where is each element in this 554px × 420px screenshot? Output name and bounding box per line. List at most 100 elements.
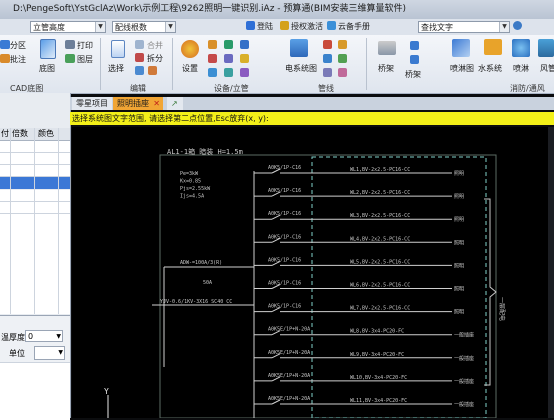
load-label: 照明 (454, 263, 464, 269)
breaker-label: A0K5E/1P+N-20A (268, 396, 310, 402)
ucs-y-label: Y (104, 387, 109, 396)
device-tool-icon (208, 54, 217, 63)
chevron-down-icon[interactable]: ▼ (58, 347, 63, 359)
cable-label: WL3,BV-2x2.5-PC16-CC (350, 213, 410, 219)
cad-canvas[interactable]: AL1-1箱 暗装 H=1.5m Pe=3kW Kx=0.85 Pjs=2.55kW… (72, 127, 554, 418)
breaker-label: A0K5E/1P+N-20A (268, 350, 310, 356)
device-settings-icon (181, 40, 199, 58)
column-scale: 倍数 (12, 129, 28, 138)
merge-icon (135, 40, 144, 49)
close-icon[interactable]: ✕ (153, 97, 160, 110)
search-icon (513, 21, 522, 30)
ribbon-toolbar: 分区 批注 底图 打印 图层 CAD底图 选择 合并 拆分 编辑 设置 设备/立… (0, 35, 554, 94)
main-current-label: 50A (203, 280, 212, 286)
riser-height-combo[interactable]: 立管高度 ▼ (30, 21, 106, 33)
riser-height-combo-value: 立管高度 (33, 23, 65, 32)
load-label: 照明 (454, 217, 464, 223)
load-label: 一般插座 (454, 401, 474, 408)
annotate-icon (0, 54, 10, 63)
device-tool-icon (208, 68, 217, 77)
cable-label: WL2,BV-2x2.5-PC16-CC (350, 190, 410, 196)
move-icon (148, 66, 157, 75)
load-label: 照明 (454, 194, 464, 200)
column-color: 颜色 (38, 129, 54, 138)
setting-button[interactable]: 设置 (182, 63, 198, 74)
thickness-label: 温厚度 (1, 333, 25, 342)
layer-icon (65, 54, 75, 63)
cable-tray-icon (378, 41, 396, 55)
floorplan-icon (40, 39, 56, 59)
pipeline-tool-icon (323, 68, 332, 77)
select-button[interactable]: 选择 (108, 63, 124, 74)
incoming-cable-label: YJV-0.6/1KV-3X16 SC40 CC (160, 299, 232, 305)
load-label: 照明 (454, 310, 464, 316)
distribution-box-outline (159, 154, 497, 418)
login-button[interactable]: 登陆 (246, 21, 273, 33)
cad-drawing[interactable]: AL1-1箱 暗装 H=1.5m Pe=3kW Kx=0.85Pjs=2.55kW… (72, 127, 554, 418)
annotate-button[interactable]: 批注 (10, 54, 26, 65)
merge-button[interactable]: 合并 (147, 40, 163, 51)
breaker-label: A0K5/1P-C16 (268, 234, 301, 240)
group-separator (172, 38, 173, 90)
bridge2-button[interactable]: 桥架 (405, 69, 421, 80)
copy-icon (135, 66, 144, 75)
wind-pipe-button[interactable]: 风管 (540, 63, 554, 74)
chevron-down-icon[interactable]: ▼ (95, 22, 105, 32)
book-icon (327, 21, 336, 30)
bridge-button[interactable]: 桥架 (378, 63, 394, 74)
column-divider (10, 128, 11, 314)
sprinkler-button[interactable]: 喷淋 (513, 63, 529, 74)
split-button[interactable]: 拆分 (147, 53, 163, 64)
partition-icon (0, 40, 10, 49)
activate-license-button[interactable]: 授权激活 (280, 21, 323, 33)
chevron-down-icon[interactable]: ▼ (165, 22, 175, 32)
properties-panel: 付 倍数 颜色 温厚度 0 ▼ 单位 ▼ (0, 93, 71, 420)
cable-label: WL8,BV-3x4-PC20-FC (350, 329, 404, 335)
property-editor: 温厚度 0 ▼ 单位 ▼ (0, 315, 70, 420)
fire-hydrant-button[interactable]: 喷淋图 (450, 63, 474, 74)
cable-label: WL9,BV-3x4-PC20-FC (350, 352, 404, 358)
document-tab-bar: 零星项目 照明插座 ✕ ↗ (70, 97, 554, 110)
main-breaker-label: ADW-=100A/3(R) (180, 260, 222, 266)
breaker-label: A0K5E/1P+N-20A (268, 373, 310, 379)
spec-line: Pe=3kW (180, 171, 199, 177)
electrical-diagram-button[interactable]: 电系统图 (285, 63, 317, 74)
partition-button[interactable]: 分区 (10, 40, 26, 51)
load-label: 一般插座 (454, 332, 474, 339)
floorplan-button[interactable]: 底图 (39, 63, 55, 74)
wire-count-combo[interactable]: 配线根数 ▼ (112, 21, 176, 33)
chevron-down-icon[interactable]: ▼ (56, 331, 61, 343)
chevron-down-icon[interactable]: ▼ (499, 22, 509, 32)
search-text-input[interactable]: 查找文字 ▼ (418, 21, 510, 33)
cloud-manual-button[interactable]: 云备手册 (327, 21, 370, 33)
tab-sundry-items[interactable]: 零星项目 (72, 97, 112, 110)
column-divider (58, 128, 59, 314)
cursor-icon (111, 40, 125, 58)
spec-line: Ijs=4.5A (180, 194, 204, 200)
tab-lighting-socket[interactable]: 照明插座 ✕ (113, 97, 163, 110)
new-tab-icon[interactable]: ↗ (167, 97, 183, 110)
breaker-label: A0K5E/1P+N-20A (268, 327, 310, 333)
layer-button[interactable]: 图层 (77, 54, 93, 65)
wire-count-combo-value: 配线根数 (115, 23, 147, 32)
bridge-tool-icon (410, 55, 419, 64)
search-button[interactable] (513, 21, 524, 33)
unit-field[interactable]: ▼ (34, 346, 65, 360)
quick-access-bar: 立管高度 ▼ 配线根数 ▼ 登陆 授权激活 云备手册 查找文字 ▼ (0, 19, 554, 36)
group-edit-label: 编辑 (130, 84, 146, 93)
thickness-field[interactable]: 0 ▼ (25, 330, 63, 342)
water-system-button[interactable]: 水系统 (478, 63, 502, 74)
cable-label: WL6,BV-2x2.5-PC16-CC (350, 283, 410, 289)
group-device-label: 设备/立管 (214, 84, 249, 93)
breaker-label: A0K5/1P-C16 (268, 281, 301, 287)
load-label: 照明 (454, 171, 464, 177)
wind-pipe-icon (538, 39, 554, 57)
spec-line: Pjs=2.55kW (180, 186, 211, 192)
property-list (0, 362, 70, 420)
water-system-icon (484, 39, 502, 55)
split-icon (135, 53, 144, 62)
box-title: AL1-1箱 暗装 H=1.5m (167, 147, 243, 156)
print-button[interactable]: 打印 (77, 40, 93, 51)
electrical-diagram-icon (290, 39, 308, 57)
pipeline-tool-icon (338, 54, 347, 63)
